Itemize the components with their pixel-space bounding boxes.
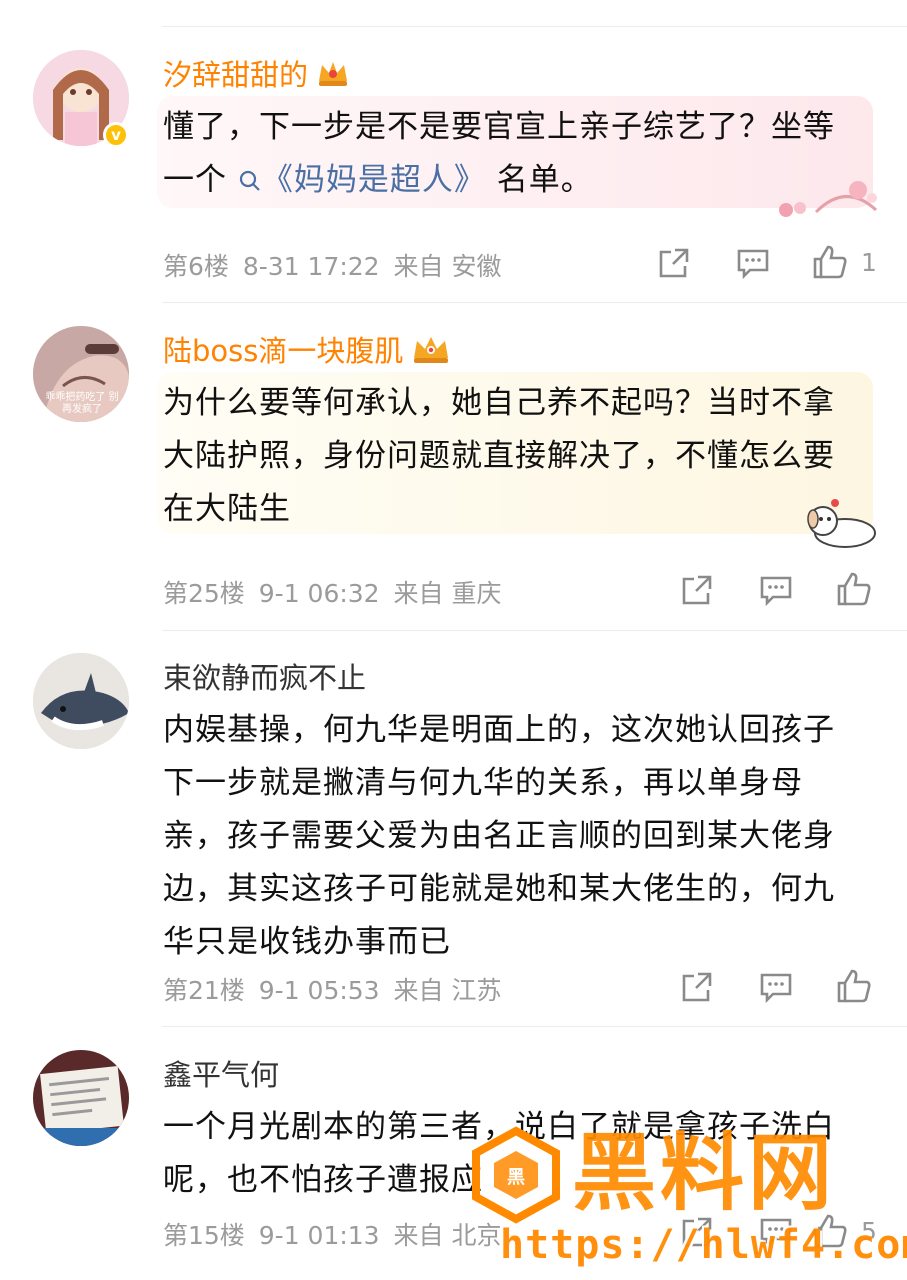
avatar-caption: 乖乖把药吃了 别再发疯了	[45, 392, 119, 415]
comment-meta: 第21楼 9-1 05:53 来自 江苏	[163, 976, 502, 1005]
divider	[162, 302, 907, 303]
comment-meta: 第6楼 8-31 17:22 来自 安徽	[163, 252, 502, 281]
watermark-url: https://hlwf4.com	[500, 1222, 907, 1268]
vip-crown-icon	[316, 59, 350, 96]
like-icon[interactable]	[812, 244, 848, 280]
divider	[162, 1026, 907, 1027]
divider	[162, 26, 907, 27]
comment-meta: 第25楼 9-1 06:32 来自 重庆	[163, 579, 502, 608]
search-icon	[227, 162, 262, 198]
share-icon[interactable]	[657, 246, 691, 282]
watermark-brand: 黑料网	[572, 1124, 837, 1222]
puppy-decoration-icon	[795, 495, 885, 555]
comment-meta: 第15楼 9-1 01:13 来自 北京	[163, 1221, 502, 1250]
like-icon[interactable]	[836, 968, 872, 1004]
username[interactable]: 汐辞甜甜的	[163, 52, 350, 96]
like-icon[interactable]	[836, 571, 872, 607]
avatar[interactable]	[33, 1050, 129, 1146]
username[interactable]: 束欲静而疯不止	[163, 655, 366, 697]
comment-text: 为什么要等何承认，她自己养不起吗？当时不拿大陆护照，身份问题就直接解决了，不懂怎…	[163, 385, 835, 527]
verified-badge-icon: v	[103, 122, 129, 148]
bubble-decoration-icon	[766, 172, 886, 224]
avatar[interactable]: 乖乖把药吃了 别再发疯了	[33, 326, 129, 422]
username[interactable]: 鑫平气何	[163, 1052, 279, 1094]
avatar[interactable]	[33, 653, 129, 749]
comment-text: 内娱基操，何九华是明面上的，这次她认回孩子下一步就是撇清与何九华的关系，再以单身…	[163, 712, 835, 960]
share-icon[interactable]	[680, 573, 714, 609]
divider	[162, 630, 907, 631]
like-count: 1	[861, 248, 877, 277]
watermark-logo-icon: 黑	[468, 1125, 564, 1229]
comment-icon[interactable]	[759, 575, 793, 611]
svg-text:黑: 黑	[507, 1167, 525, 1188]
comment-icon[interactable]	[736, 248, 770, 284]
comment-text: 懂了，下一步是不是要官宣上亲子综艺了？坐等一个 《妈妈是超人》 名单。	[163, 109, 835, 198]
vip-crown-icon	[411, 334, 451, 373]
share-icon[interactable]	[680, 970, 714, 1006]
username[interactable]: 陆boss滴一块腹肌	[163, 328, 451, 373]
topic-link[interactable]: 《妈妈是超人》	[227, 162, 486, 198]
comment-icon[interactable]	[759, 972, 793, 1008]
